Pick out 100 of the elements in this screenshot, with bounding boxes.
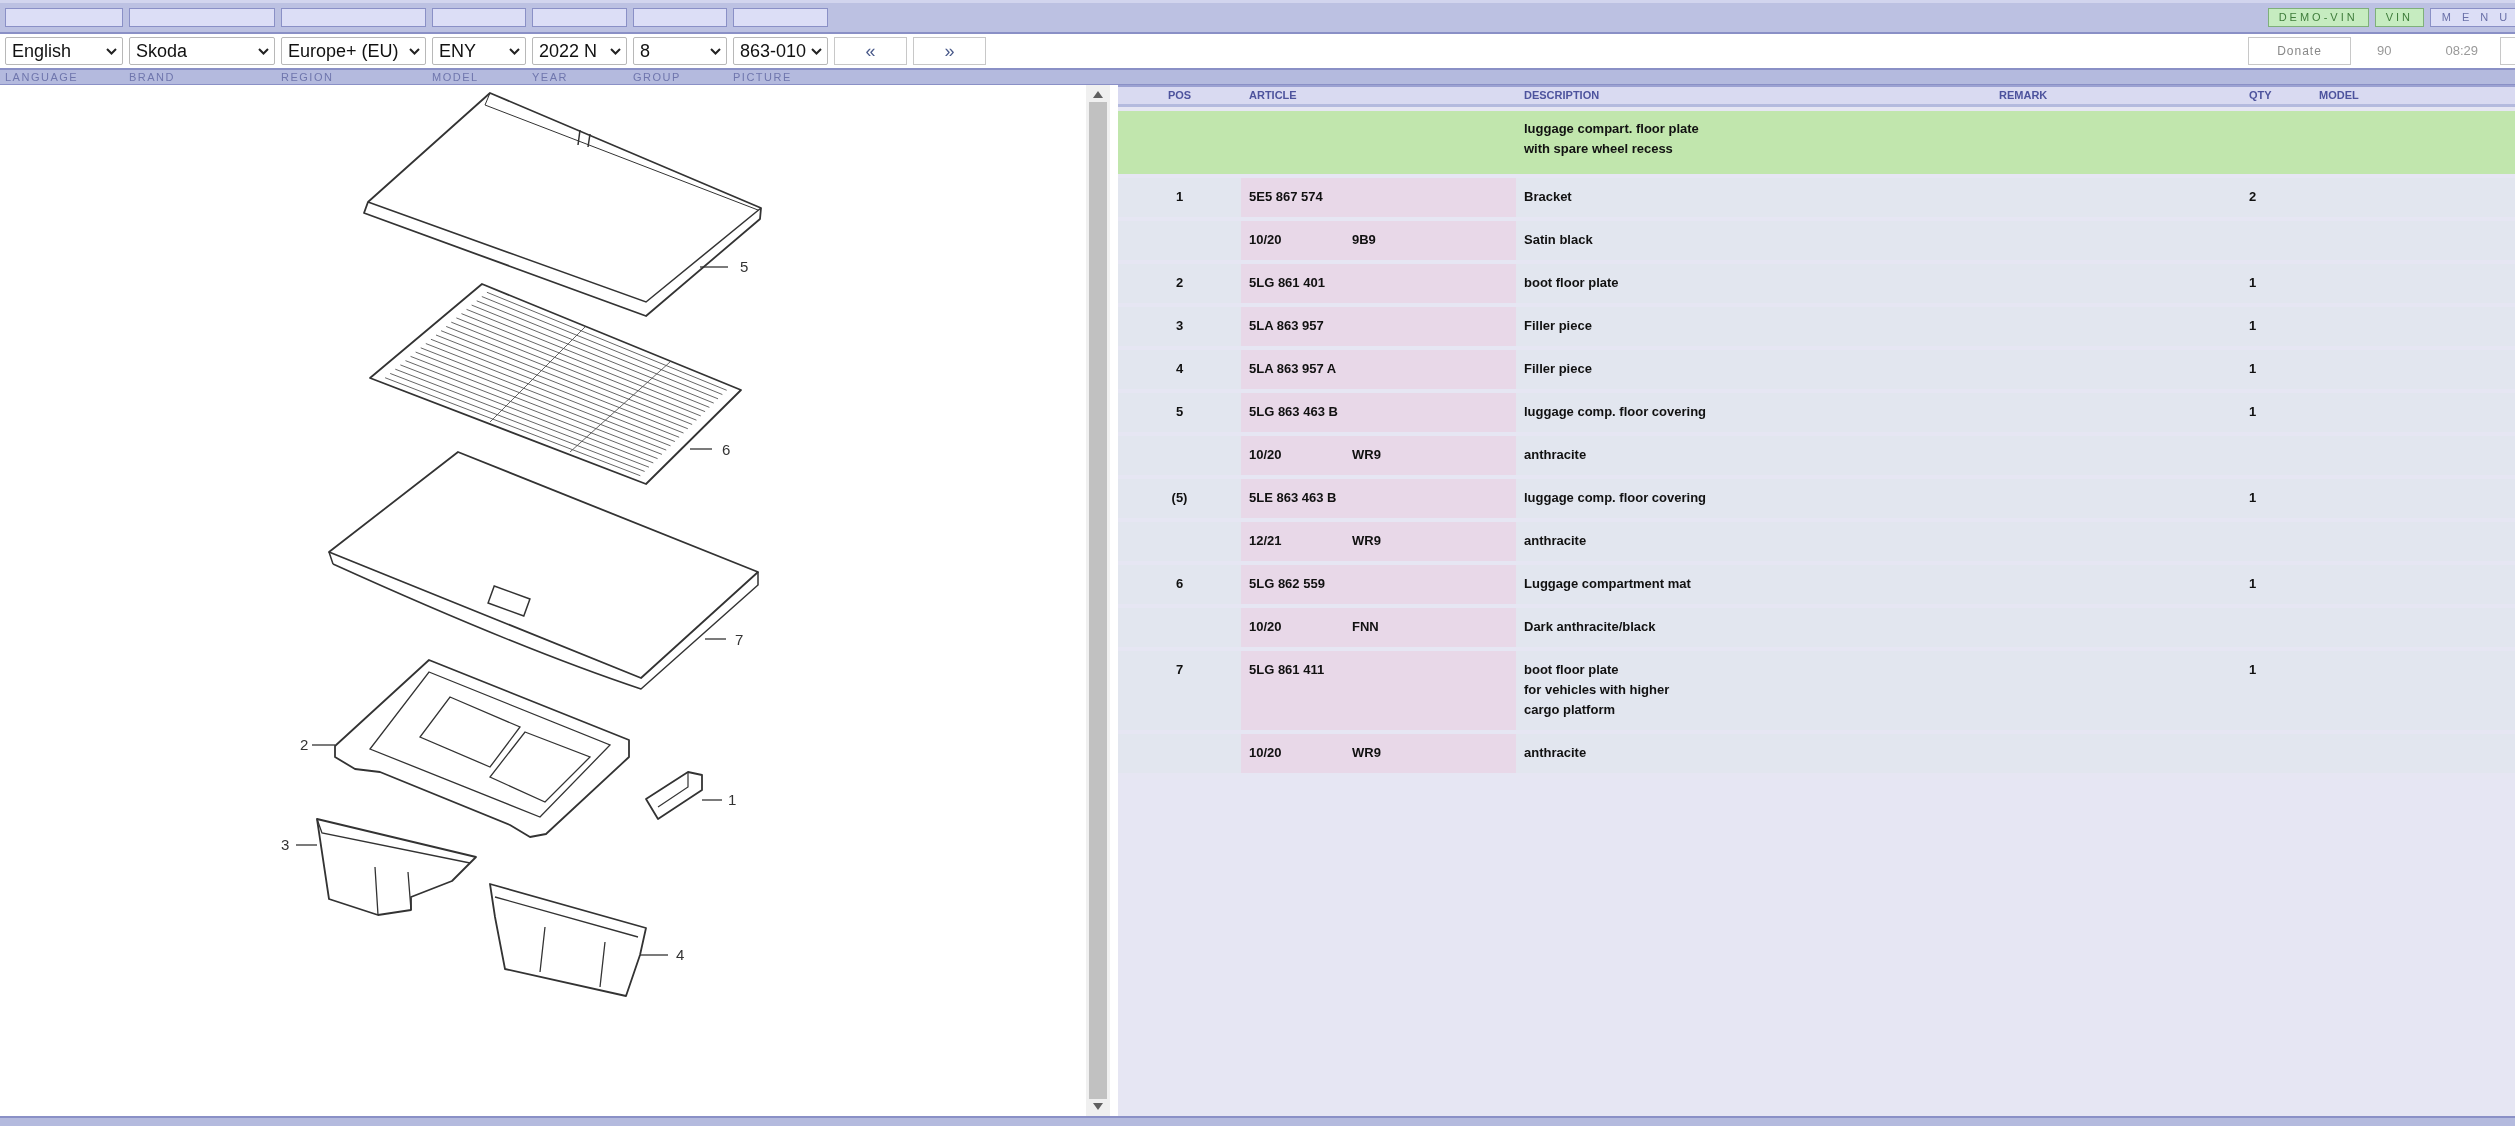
table-cell-text: 10/20 [1249,617,1283,636]
table-cell: WR9 [1352,532,1381,548]
table-cell: (5) [1118,478,1241,518]
table-cell: 7 [1118,650,1241,730]
dropdown[interactable]: Europe+ (EU) [281,37,426,65]
clock-text: 08:29 [2445,42,2478,61]
menu-button[interactable]: DEMO-VIN [2267,8,2369,27]
chevron-down-icon [811,47,822,55]
callout-number: 7 [735,631,744,648]
table-cell: 5LA 863 957 A [1241,349,1516,389]
table-cell: 2 [2241,177,2311,217]
table-cell: Satin black [1516,220,1991,260]
table-cell: 1 [2241,263,2311,303]
dropdown[interactable]: ENY [432,37,526,65]
callout-number: 6 [722,441,731,458]
dropdown[interactable]: Skoda [129,37,275,65]
callout-number: 3 [281,836,290,853]
table-cell: anthracite [1516,521,1991,561]
table-cell: 1 [2241,564,2311,604]
chevron-down-icon [409,47,420,55]
table-cell-text: 10/20 [1249,230,1283,249]
table-cell: WR9 [1352,446,1381,462]
table-cell: 1 [2241,650,2311,730]
table-cell: 9B9 [1352,231,1376,247]
table-cell: 5LG 863 463 B [1241,392,1516,432]
field-label: LANGUAGE [5,70,80,84]
table-cell: boot floor plate [1516,263,1991,303]
table-cell: 1 [1118,177,1241,217]
dropdown[interactable]: 2022 N [532,37,627,65]
tab-button[interactable] [633,8,727,27]
column-header[interactable]: ARTICLE [1241,85,1516,107]
column-header[interactable]: QTY [2241,85,2311,107]
table-cell: 4 [1118,349,1241,389]
tab-button[interactable] [432,8,526,27]
table-cell-text: 10/20 [1249,743,1283,762]
nav-button[interactable]: « [834,37,907,65]
table-cell: 5LG 861 401 [1241,263,1516,303]
field-label: GROUP [633,70,682,84]
table-cell: 5LG 862 559 [1241,564,1516,604]
table-cell: 6 [1118,564,1241,604]
table-cell: Luggage compartment mat [1516,564,1991,604]
leader-line [311,744,336,746]
leader-line [639,954,669,956]
chevron-down-icon [258,47,269,55]
leader-line [295,844,318,846]
table-cell-text: 12/21 [1249,531,1283,550]
table-cell: 2 [1118,263,1241,303]
menu-button[interactable]: MENU [2430,8,2515,27]
leader-line [689,448,713,450]
scroll-down-icon[interactable] [1093,1103,1103,1110]
table-cell: 5E5 867 574 [1241,177,1516,217]
scroll-up-icon[interactable] [1093,91,1103,98]
table-cell: FNN [1352,618,1379,634]
chevron-down-icon [106,47,117,55]
column-header[interactable]: REMARK [1991,85,2241,107]
donate-button[interactable]: Donate [2248,37,2351,65]
table-cell: Bracket [1516,177,1991,217]
field-label: MODEL [432,70,480,84]
field-label: REGION [281,70,335,84]
table-cell: 1 [2241,306,2311,346]
nav-button[interactable]: » [913,37,986,65]
table-cell: 5LA 863 957 [1241,306,1516,346]
filler-piece-drawing [645,771,703,820]
table-cell: luggage comp. floor covering [1516,392,1991,432]
column-header[interactable]: DESCRIPTION [1516,85,1991,107]
scrollbar-thumb[interactable] [1089,102,1107,1099]
table-cell: Dark anthracite/black [1516,607,1991,647]
chevron-down-icon [610,47,621,55]
field-label: BRAND [129,70,176,84]
callout-number: 1 [728,791,737,808]
leader-line [699,266,729,268]
table-cell: anthracite [1516,435,1991,475]
dropdown[interactable]: 863-010 [733,37,828,65]
tab-button[interactable] [5,8,123,27]
chevron-down-icon [710,47,721,55]
table-cell: 5 [1118,392,1241,432]
dropdown[interactable]: 8 [633,37,727,65]
table-cell: Filler piece [1516,349,1991,389]
callout-number: 5 [740,258,749,275]
field-label: PICTURE [733,70,793,84]
scrollbar[interactable] [1086,85,1110,1116]
column-header[interactable]: MODEL [2311,85,2515,107]
table-cell-text: 10/20 [1249,445,1283,464]
tab-button[interactable] [532,8,627,27]
table-cell: 1 [2241,478,2311,518]
table-cell: 3 [1118,306,1241,346]
tab-button[interactable] [733,8,828,27]
counter-text: 90 [2377,42,2392,61]
table-cell: Filler piece [1516,306,1991,346]
table-cell: anthracite [1516,733,1991,773]
tab-button[interactable] [129,8,275,27]
menu-button[interactable]: VIN [2374,8,2424,27]
leader-line [704,638,727,640]
column-header[interactable]: POS [1118,85,1241,107]
table-cell: luggage comp. floor covering [1516,478,1991,518]
leader-line [701,799,723,801]
tab-button[interactable] [281,8,426,27]
dropdown[interactable]: English [5,37,123,65]
table-cell: 5LG 861 411 [1241,650,1516,730]
table-cell: WR9 [1352,744,1381,760]
